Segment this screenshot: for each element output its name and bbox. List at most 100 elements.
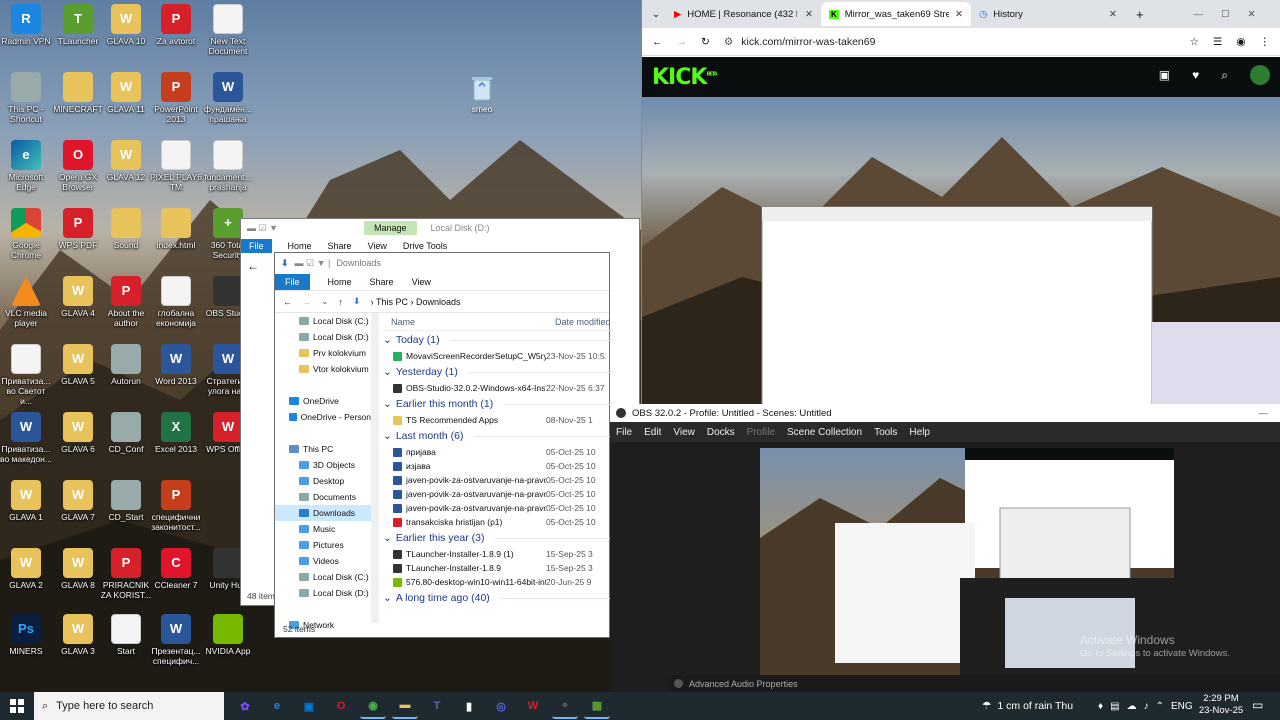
new-tab-icon[interactable]: +: [1126, 7, 1154, 22]
desktop-icon[interactable]: T TLauncher: [52, 4, 104, 46]
file-group-header[interactable]: ⌄ Today (1): [381, 331, 611, 349]
tab-history[interactable]: ◷ History ✕: [971, 2, 1126, 26]
desktop-icon[interactable]: W GLAVA 6: [52, 412, 104, 454]
notification-center-icon[interactable]: ▭: [1252, 698, 1263, 712]
nav-item[interactable]: Prv kolokvium: [275, 345, 371, 361]
desktop-icon[interactable]: W GLAVA 3: [52, 614, 104, 656]
desktop-icon[interactable]: W GLAVA 10: [100, 4, 152, 46]
bookmark-star-icon[interactable]: ☆: [1189, 36, 1198, 48]
desktop-icon[interactable]: Google Chrome: [0, 208, 52, 260]
store-icon[interactable]: ▣: [1159, 68, 1170, 82]
file-row[interactable]: пријава 05-Oct-25 10: [381, 445, 611, 459]
taskbar-app-icon[interactable]: W: [520, 693, 546, 719]
url-text[interactable]: kick.com/mirror-was-taken69: [741, 36, 875, 48]
desktop-icon[interactable]: P WPS PDF: [52, 208, 104, 250]
desktop-icon[interactable]: W Презентац... специфич...: [150, 614, 202, 666]
obs-menu-help[interactable]: Help: [909, 427, 930, 438]
file-row[interactable]: изјава 05-Oct-25 10: [381, 459, 611, 473]
address-bar[interactable]: ⚙ kick.com/mirror-was-taken69: [724, 36, 1176, 48]
nav-item[interactable]: OneDrive: [275, 393, 371, 409]
back-arrow-icon[interactable]: ←: [247, 259, 259, 273]
obs-menu-scene-collection[interactable]: Scene Collection: [787, 427, 862, 438]
file-row[interactable]: 576.80-desktop-win10-win11-64bit-inter..…: [381, 575, 611, 589]
file-group-header[interactable]: ⌄ Earlier this month (1): [381, 395, 611, 413]
taskbar-app-icon[interactable]: ▬: [392, 693, 418, 719]
start-button[interactable]: [0, 692, 34, 720]
obs-window[interactable]: OBS 32.0.2 - Profile: Untitled - Scenes:…: [610, 404, 1280, 692]
breadcrumb-this-pc[interactable]: This PC: [376, 297, 408, 307]
desktop-icon[interactable]: Autorun: [100, 344, 152, 386]
desktop-icon[interactable]: MINECRAFT: [52, 72, 104, 114]
desktop-icon[interactable]: W GLAVA 8: [52, 548, 104, 590]
file-row[interactable]: javen-povik-za-ostvaruvanje-na-pravoto..…: [381, 501, 611, 515]
nav-item[interactable]: Desktop: [275, 473, 371, 489]
desktop-icon[interactable]: W GLAVA 7: [52, 480, 104, 522]
desktop-icon[interactable]: Sound: [100, 208, 152, 250]
tab-resonance[interactable]: ▶ HOME | Resonance (432 hz) (s ✕: [666, 2, 821, 26]
nav-item[interactable]: Local Disk (D:): [275, 585, 371, 601]
menu-kebab-icon[interactable]: ⋮: [1260, 36, 1271, 48]
desktop-icon[interactable]: глобална економија: [150, 276, 202, 328]
file-group-header[interactable]: ⌄ Yesterday (1): [381, 363, 611, 381]
desktop-icon[interactable]: W GLAVA 11: [100, 72, 152, 114]
close-tab-icon[interactable]: ✕: [1109, 9, 1117, 20]
file-group-header[interactable]: ⌄ A long time ago (40): [381, 589, 611, 607]
ribbon-share-tab[interactable]: Share: [328, 241, 352, 251]
file-row[interactable]: transakciska hristijan (p1) 05-Oct-25 10: [381, 515, 611, 529]
tab-search-chevron-icon[interactable]: ⌄: [646, 9, 666, 20]
forward-icon[interactable]: →: [677, 36, 688, 48]
desktop-icon[interactable]: C CCleaner 7: [150, 548, 202, 590]
taskbar-app-icon[interactable]: ●: [552, 693, 578, 719]
kick-logo[interactable]: KICKBETA: [652, 65, 718, 90]
obs-menu-docks[interactable]: Docks: [707, 427, 735, 438]
ribbon-home-tab[interactable]: Home: [328, 277, 352, 287]
desktop-icon[interactable]: CD_Start: [100, 480, 152, 522]
nav-item[interactable]: 3D Objects: [275, 457, 371, 473]
desktop-icon[interactable]: Приватиза... во Светот и...: [0, 344, 52, 406]
desktop-icon[interactable]: Ps MINERS: [0, 614, 52, 656]
minimize-icon[interactable]: —: [1259, 408, 1269, 419]
desktop-icon[interactable]: X Excel 2013: [150, 412, 202, 454]
nav-item[interactable]: Music: [275, 521, 371, 537]
nav-item[interactable]: Vtor kolokvium: [275, 361, 371, 377]
search-icon[interactable]: ⌕: [1221, 68, 1228, 83]
group-collapse-chevron-icon[interactable]: ⌄: [383, 366, 392, 378]
desktop-icon[interactable]: R Radmin VPN: [0, 4, 52, 46]
language-indicator[interactable]: ENG: [1171, 701, 1193, 712]
volume-icon[interactable]: ♪: [1144, 701, 1149, 712]
following-heart-icon[interactable]: ♥: [1192, 68, 1199, 82]
ribbon-file-tab[interactable]: File: [241, 239, 272, 253]
desktop-icon[interactable]: W GLAVA 5: [52, 344, 104, 386]
desktop-icon[interactable]: W GLAVA 12: [100, 140, 152, 182]
explorer-address-bar[interactable]: ← → ⌄ ↑ ⬇ › This PC › Downloads: [275, 291, 609, 313]
group-collapse-chevron-icon[interactable]: ⌄: [383, 532, 392, 544]
desktop-icon[interactable]: P PRIRACNIK ZA KORIST...: [100, 548, 152, 600]
nav-item[interactable]: Pictures: [275, 537, 371, 553]
clock[interactable]: 2:29 PM 23-Nov-25: [1196, 693, 1246, 717]
column-name-header[interactable]: Name: [381, 317, 555, 327]
obs-menu-view[interactable]: View: [673, 427, 695, 438]
maximize-icon[interactable]: ☐: [1221, 9, 1230, 20]
show-hidden-icons-icon[interactable]: ⌃: [1156, 701, 1164, 712]
nav-item[interactable]: Videos: [275, 553, 371, 569]
nav-item[interactable]: Local Disk (C:): [275, 313, 371, 329]
taskbar-search[interactable]: ⌕ Type here to search: [34, 692, 224, 720]
ribbon-view-tab[interactable]: View: [412, 277, 431, 287]
file-row[interactable]: TLauncher-Installer-1.8.9 (1) 15-Sep-25 3: [381, 547, 611, 561]
file-group-header[interactable]: ⌄ Earlier this year (3): [381, 529, 611, 547]
taskbar-app-icon[interactable]: ▣: [296, 693, 322, 719]
obs-menu-edit[interactable]: Edit: [644, 427, 661, 438]
stream-video[interactable]: [642, 97, 1280, 404]
breadcrumb-downloads[interactable]: Downloads: [416, 297, 461, 307]
back-arrow-icon[interactable]: ←: [283, 297, 292, 307]
nav-item[interactable]: Local Disk (C:): [275, 569, 371, 585]
weather-widget[interactable]: ☂ 1 cm of rain Thu: [982, 692, 1073, 720]
microphone-icon[interactable]: ♦: [1098, 701, 1103, 712]
recent-chevron-icon[interactable]: ⌄: [321, 296, 329, 307]
desktop-icon[interactable]: W Приватиза... во македон...: [0, 412, 52, 464]
desktop-icon[interactable]: NVIDIA App: [202, 614, 254, 656]
taskbar-app-icon[interactable]: ▩: [584, 693, 610, 719]
column-date-header[interactable]: Date modified: [555, 317, 611, 327]
desktop-icon[interactable]: W GLAVA 4: [52, 276, 104, 318]
navigation-scrollbar[interactable]: [371, 313, 379, 623]
